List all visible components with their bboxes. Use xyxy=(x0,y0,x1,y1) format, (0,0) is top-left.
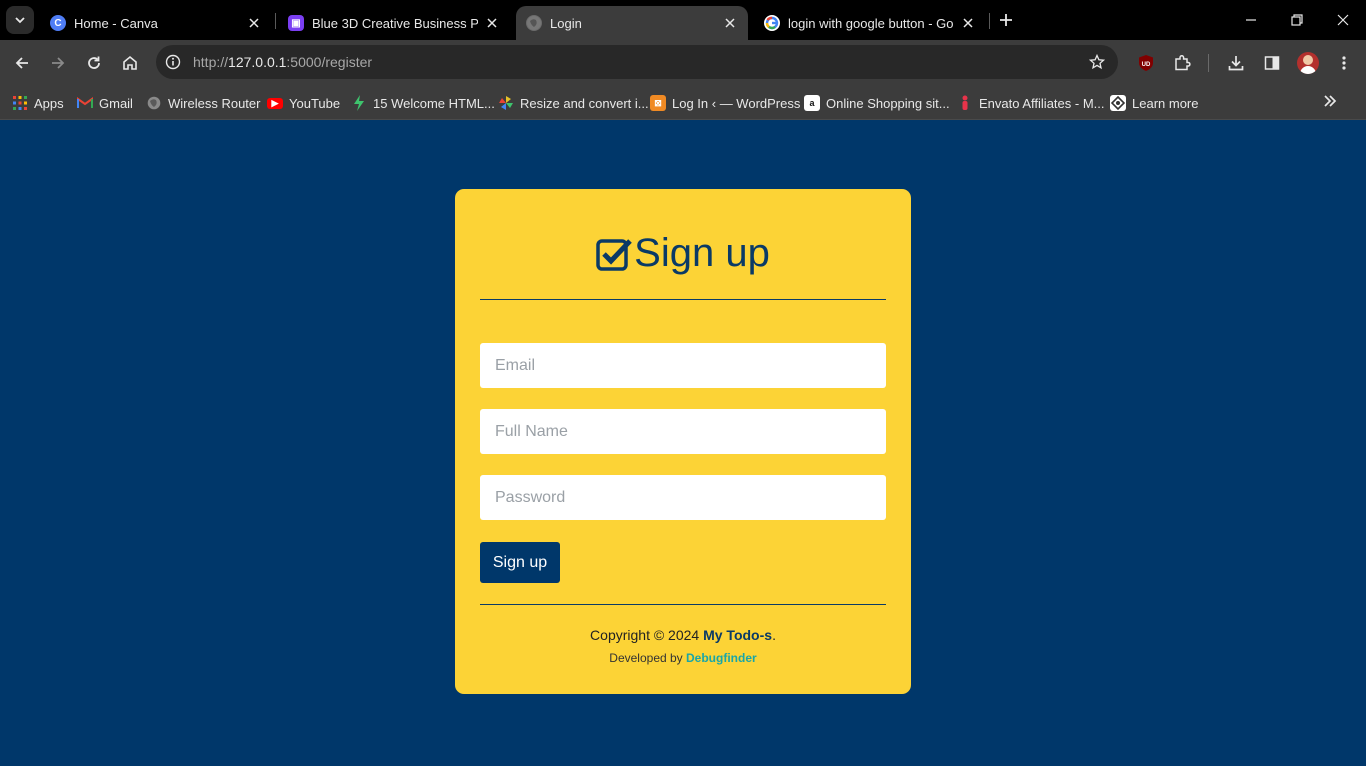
copyright-text: Copyright © 2024 My Todo-s. xyxy=(590,627,776,643)
url-text[interactable]: http://127.0.0.1:5000/register xyxy=(193,54,372,70)
kebab-menu-icon xyxy=(1342,56,1346,70)
bolt-icon xyxy=(351,95,367,111)
close-icon[interactable] xyxy=(722,15,738,31)
restore-button[interactable] xyxy=(1285,8,1309,32)
bookmark-gmail[interactable]: Gmail xyxy=(77,93,133,113)
extensions-button[interactable] xyxy=(1170,51,1194,75)
tab-canva[interactable]: C Home - Canva xyxy=(40,6,272,40)
tab-strip: C Home - Canva ▣ Blue 3D Creative Busine… xyxy=(0,0,1366,40)
page-title-text: Sign up xyxy=(634,231,770,275)
envato-icon xyxy=(957,95,973,111)
download-icon xyxy=(1228,56,1244,71)
title-divider xyxy=(480,299,886,300)
checkbox-checked-icon xyxy=(596,238,632,271)
minimize-button[interactable] xyxy=(1239,8,1263,32)
canva-icon: C xyxy=(50,15,66,31)
svg-text:UD: UD xyxy=(1142,62,1151,68)
learn-more-icon xyxy=(1110,95,1126,111)
pinwheel-icon xyxy=(498,95,514,111)
address-bar[interactable]: http://127.0.0.1:5000/register xyxy=(156,45,1118,79)
close-icon[interactable] xyxy=(484,15,500,31)
signup-card: Sign up Sign up Copyright © 2024 My Todo… xyxy=(455,189,911,694)
browser-toolbar: http://127.0.0.1:5000/register UD xyxy=(0,40,1366,86)
password-input[interactable] xyxy=(480,475,886,520)
xampp-icon: ⊠ xyxy=(650,95,666,111)
minimize-icon xyxy=(1246,19,1256,21)
profile-avatar[interactable] xyxy=(1297,52,1319,74)
bookmark-apps[interactable]: Apps xyxy=(12,93,64,113)
bookmark-wordpress-login[interactable]: ⊠ Log In ‹ — WordPress xyxy=(650,93,800,113)
tab-search-button[interactable] xyxy=(6,6,34,34)
close-icon[interactable] xyxy=(960,15,976,31)
bookmark-learn-more[interactable]: Learn more xyxy=(1110,93,1198,113)
site-info-icon[interactable] xyxy=(164,53,182,71)
browser-menu-button[interactable] xyxy=(1332,51,1356,75)
email-input[interactable] xyxy=(480,343,886,388)
back-button[interactable] xyxy=(10,51,34,75)
bookmark-online-shopping[interactable]: a Online Shopping sit... xyxy=(804,93,950,113)
puzzle-piece-icon xyxy=(1175,54,1191,71)
home-icon xyxy=(123,55,137,70)
arrow-right-icon xyxy=(52,57,65,69)
tab-divider xyxy=(275,13,276,29)
bookmarks-bar: Apps Gmail Wireless Router ▶ YouTube 15 … xyxy=(0,86,1366,120)
bookmark-wireless-router[interactable]: Wireless Router xyxy=(146,93,260,113)
downloads-button[interactable] xyxy=(1224,51,1248,75)
tab-presentation[interactable]: ▣ Blue 3D Creative Business Prese xyxy=(278,6,510,40)
globe-icon xyxy=(146,95,162,111)
tab-login[interactable]: Login xyxy=(516,6,748,40)
reload-button[interactable] xyxy=(82,51,106,75)
home-button[interactable] xyxy=(118,51,142,75)
bookmark-welcome-html[interactable]: 15 Welcome HTML... xyxy=(351,93,495,113)
arrow-left-icon xyxy=(15,57,28,69)
tab-divider xyxy=(989,13,990,29)
side-panel-icon xyxy=(1264,56,1280,70)
brand-name: My Todo-s xyxy=(703,627,773,643)
ublock-extension-button[interactable]: UD xyxy=(1134,51,1158,75)
bookmark-star-icon[interactable] xyxy=(1088,53,1106,71)
new-tab-button[interactable] xyxy=(996,10,1016,30)
bookmark-youtube[interactable]: ▶ YouTube xyxy=(267,93,340,113)
ublock-shield-icon: UD xyxy=(1139,55,1153,71)
globe-icon xyxy=(526,15,542,31)
developer-link[interactable]: Debugfinder xyxy=(686,651,757,665)
youtube-icon: ▶ xyxy=(267,97,283,109)
developer-credit: Developed by Debugfinder xyxy=(609,651,757,665)
close-icon xyxy=(1337,14,1349,26)
reload-icon xyxy=(88,56,100,69)
footer-divider xyxy=(480,604,886,605)
window-close-button[interactable] xyxy=(1331,8,1355,32)
amazon-icon: a xyxy=(804,95,820,111)
forward-button[interactable] xyxy=(46,51,70,75)
tab-google[interactable]: login with google button - Goo xyxy=(754,6,986,40)
side-panel-button[interactable] xyxy=(1260,51,1284,75)
page-title: Sign up xyxy=(455,231,911,276)
plus-icon xyxy=(1000,14,1012,26)
toolbar-divider xyxy=(1208,54,1209,72)
bookmarks-overflow-button[interactable] xyxy=(1320,91,1340,111)
bookmark-resize-convert[interactable]: Resize and convert i... xyxy=(498,93,649,113)
close-icon[interactable] xyxy=(246,15,262,31)
restore-icon xyxy=(1291,14,1303,26)
double-chevron-right-icon xyxy=(1324,95,1337,107)
presentation-icon: ▣ xyxy=(288,15,304,31)
gmail-icon xyxy=(77,95,93,111)
apps-grid-icon xyxy=(12,95,28,111)
google-icon xyxy=(764,15,780,31)
chevron-down-icon xyxy=(15,17,25,24)
bookmark-envato-affiliates[interactable]: Envato Affiliates - M... xyxy=(957,93,1104,113)
sign-up-button[interactable]: Sign up xyxy=(480,542,560,583)
full-name-input[interactable] xyxy=(480,409,886,454)
